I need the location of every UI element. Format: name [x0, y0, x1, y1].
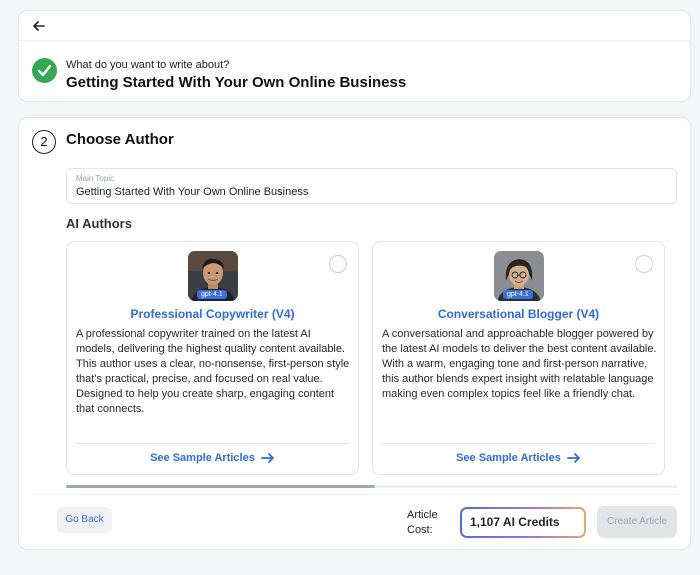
main-topic-field[interactable]: Main Topic Getting Started With Your Own… [66, 168, 677, 204]
author-radio[interactable] [635, 255, 653, 273]
author-card-conversational-blogger[interactable]: gpt-4.1 Conversational Blogger (V4) A co… [372, 241, 665, 475]
model-tag: gpt-4.1 [197, 290, 227, 299]
model-tag: gpt-4.1 [503, 290, 533, 299]
top-bar [19, 11, 690, 41]
topic-summary-card: What do you want to write about? Getting… [18, 10, 691, 102]
author-name: Professional Copywriter (V4) [130, 307, 295, 321]
arrow-right-icon [567, 453, 580, 463]
back-arrow-icon[interactable] [31, 18, 47, 34]
go-back-button[interactable]: Go Back [57, 507, 112, 533]
author-card-professional-copywriter[interactable]: gpt-4.1 Professional Copywriter (V4) A p… [66, 241, 359, 475]
author-name: Conversational Blogger (V4) [437, 307, 600, 321]
author-description: A professional copywriter trained on the… [76, 328, 350, 415]
horizontal-scrollbar[interactable] [66, 485, 677, 488]
create-article-button[interactable]: Create Article [597, 506, 677, 538]
check-icon [32, 58, 57, 83]
step-number: 2 [32, 130, 56, 154]
credits-display: 1,107 AI Credits [460, 507, 586, 538]
article-cost-label: Article Cost: [407, 509, 438, 536]
see-sample-articles-label: See Sample Articles [456, 452, 561, 464]
credits-value: 1,107 AI Credits [462, 509, 584, 536]
ai-authors-heading: AI Authors [66, 216, 132, 231]
author-radio[interactable] [329, 255, 347, 273]
avatar: gpt-4.1 [494, 251, 544, 301]
choose-author-card: 2 Choose Author Main Topic Getting Start… [18, 117, 691, 550]
footer-divider [32, 494, 677, 495]
main-topic-value[interactable]: Getting Started With Your Own Online Bus… [76, 186, 308, 198]
arrow-right-icon [261, 453, 274, 463]
divider [76, 443, 349, 444]
see-sample-articles-link[interactable]: See Sample Articles [67, 452, 358, 464]
see-sample-articles-label: See Sample Articles [150, 452, 255, 464]
author-description: A conversational and approachable blogge… [382, 328, 657, 400]
see-sample-articles-link[interactable]: See Sample Articles [373, 452, 664, 464]
step-title: Choose Author [66, 131, 174, 148]
avatar: gpt-4.1 [188, 251, 238, 301]
divider [382, 443, 655, 444]
main-topic-label: Main Topic [76, 174, 115, 183]
question-label: What do you want to write about? [66, 59, 230, 71]
scrollbar-thumb[interactable] [66, 485, 375, 488]
question-answer: Getting Started With Your Own Online Bus… [66, 74, 407, 91]
